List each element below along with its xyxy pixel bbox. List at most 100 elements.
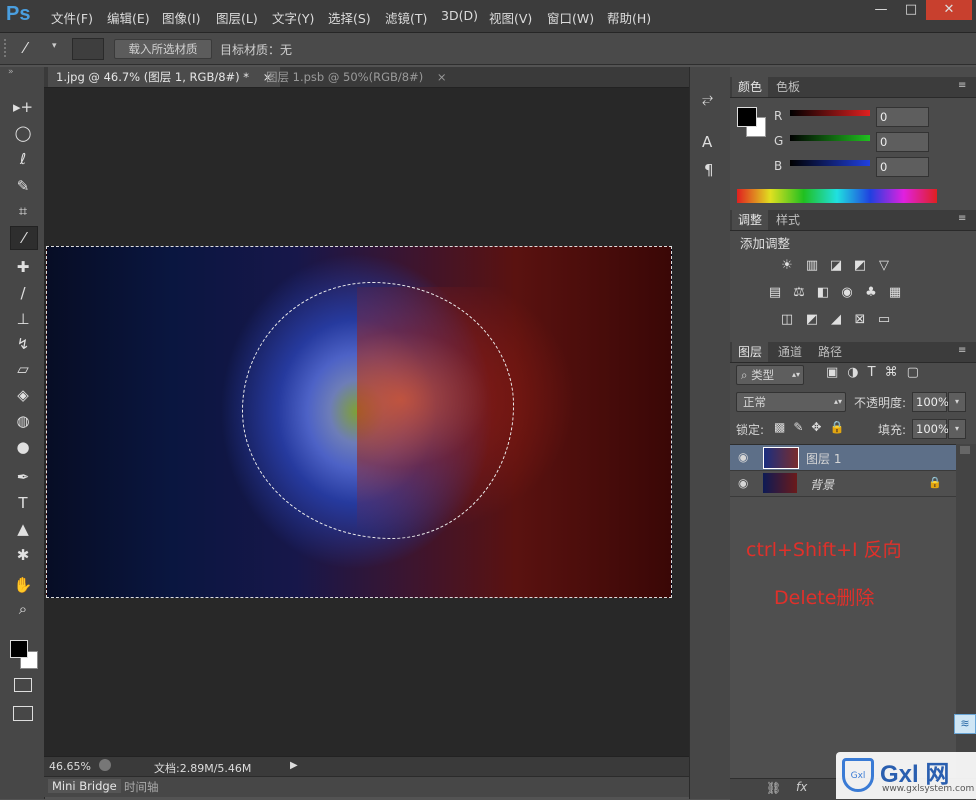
curves-icon[interactable]: ◪ bbox=[827, 258, 845, 274]
posterize-icon[interactable]: ◩ bbox=[803, 312, 821, 328]
tab-swatches[interactable]: 色板 bbox=[770, 77, 806, 97]
document-tab[interactable]: 图层 1.psb @ 50%(RGB/8#) × bbox=[258, 67, 454, 87]
path-selection-tool-icon[interactable]: ▲ bbox=[10, 518, 36, 540]
foreground-swatch[interactable] bbox=[737, 107, 757, 127]
document-image[interactable] bbox=[46, 246, 672, 598]
g-value-input[interactable]: 0 bbox=[876, 132, 929, 152]
lasso-tool-icon[interactable]: ℓ bbox=[10, 148, 36, 170]
threshold-icon[interactable]: ◢ bbox=[827, 312, 845, 328]
dodge-tool-icon[interactable]: ● bbox=[10, 436, 36, 458]
history-icon[interactable]: ⥂ bbox=[702, 91, 713, 107]
exposure-icon[interactable]: ◩ bbox=[851, 258, 869, 274]
tab-adjustments[interactable]: 调整 bbox=[732, 210, 769, 230]
r-value-input[interactable]: 0 bbox=[876, 107, 929, 127]
color-spectrum-bar[interactable] bbox=[737, 189, 937, 203]
status-menu-arrow-icon[interactable]: ▶ bbox=[290, 760, 298, 771]
blend-mode-dropdown[interactable]: 正常 ▴▾ bbox=[736, 392, 846, 412]
layer-name[interactable]: 背景 bbox=[810, 476, 834, 493]
photo-filter-icon[interactable]: ◉ bbox=[838, 285, 856, 301]
layer-filter-dropdown[interactable]: ⌕ 类型 ▴▾ bbox=[736, 365, 804, 385]
clone-stamp-tool-icon[interactable]: ⊥ bbox=[10, 308, 36, 330]
menu-help[interactable]: 帮助(H) bbox=[607, 8, 651, 27]
vibrance-icon[interactable]: ▽ bbox=[875, 258, 893, 274]
layer-row-layer1[interactable]: ◉ 图层 1 bbox=[730, 445, 956, 471]
move-tool-icon[interactable]: ▸+ bbox=[10, 96, 36, 118]
eyedropper-3d-tool-icon[interactable]: ⁄ bbox=[10, 226, 38, 250]
pen-tool-icon[interactable]: ✒ bbox=[10, 466, 36, 488]
panel-menu-icon[interactable]: ≡ bbox=[958, 80, 966, 91]
menu-layer[interactable]: 图层(L) bbox=[216, 8, 258, 27]
panel-menu-icon[interactable]: ≡ bbox=[958, 213, 966, 224]
layer-row-background[interactable]: ◉ 背景 🔒 bbox=[730, 471, 956, 497]
eraser-tool-icon[interactable]: ▱ bbox=[10, 358, 36, 380]
zoom-level[interactable]: 46.65% bbox=[49, 760, 91, 773]
fill-input[interactable]: 100% bbox=[912, 419, 949, 439]
visibility-eye-icon[interactable]: ◉ bbox=[738, 476, 748, 490]
panel-menu-icon[interactable]: ≡ bbox=[958, 345, 966, 356]
history-brush-tool-icon[interactable]: ↯ bbox=[10, 333, 36, 355]
opacity-input[interactable]: 100% bbox=[912, 392, 949, 412]
status-options-icon[interactable] bbox=[99, 759, 111, 771]
minimize-button[interactable]: — bbox=[866, 0, 896, 20]
healing-brush-tool-icon[interactable]: ✚ bbox=[10, 256, 36, 278]
fill-dropdown-icon[interactable]: ▾ bbox=[948, 419, 966, 439]
tab-styles[interactable]: 样式 bbox=[770, 210, 806, 230]
tab-paths[interactable]: 路径 bbox=[812, 342, 848, 362]
custom-shape-tool-icon[interactable]: ✱ bbox=[10, 544, 36, 566]
tab-channels[interactable]: 通道 bbox=[772, 342, 808, 362]
canvas-area[interactable] bbox=[44, 88, 689, 756]
close-tab-icon[interactable]: × bbox=[437, 70, 447, 84]
character-icon[interactable]: A bbox=[702, 133, 712, 151]
eyedropper-3d-tool-icon[interactable]: ⁄ bbox=[24, 39, 27, 57]
brush-tool-icon[interactable]: / bbox=[10, 282, 36, 304]
menu-select[interactable]: 选择(S) bbox=[328, 8, 371, 27]
load-selected-material-button[interactable]: 载入所选材质 bbox=[114, 39, 212, 59]
hand-tool-icon[interactable]: ✋ bbox=[10, 574, 36, 596]
menu-filter[interactable]: 滤镜(T) bbox=[385, 8, 427, 27]
zoom-tool-icon[interactable]: ⌕ bbox=[10, 598, 36, 620]
floating-tool-icon[interactable]: ≋ bbox=[954, 714, 976, 734]
type-tool-icon[interactable]: T bbox=[10, 492, 36, 514]
quick-mask-icon[interactable] bbox=[14, 678, 32, 692]
color-balance-icon[interactable]: ⚖ bbox=[790, 285, 808, 301]
quick-selection-tool-icon[interactable]: ✎ bbox=[10, 175, 36, 197]
menu-edit[interactable]: 编辑(E) bbox=[107, 8, 150, 27]
menu-image[interactable]: 图像(I) bbox=[162, 8, 200, 27]
menu-file[interactable]: 文件(F) bbox=[51, 8, 93, 27]
crop-tool-icon[interactable]: ⌗ bbox=[10, 200, 36, 222]
black-white-icon[interactable]: ◧ bbox=[814, 285, 832, 301]
g-slider[interactable] bbox=[790, 135, 870, 141]
gradient-map-icon[interactable]: ▭ bbox=[875, 312, 893, 328]
layer-name[interactable]: 图层 1 bbox=[806, 450, 841, 467]
tab-layers[interactable]: 图层 bbox=[732, 342, 769, 362]
tab-color[interactable]: 颜色 bbox=[732, 77, 769, 97]
blur-tool-icon[interactable]: ◍ bbox=[10, 410, 36, 432]
color-lookup-icon[interactable]: ▦ bbox=[886, 285, 904, 301]
invert-icon[interactable]: ◫ bbox=[778, 312, 796, 328]
menu-type[interactable]: 文字(Y) bbox=[272, 8, 314, 27]
r-slider[interactable] bbox=[790, 110, 870, 116]
link-layers-icon[interactable]: ⛓ bbox=[766, 781, 781, 795]
menu-3d[interactable]: 3D(D) bbox=[441, 8, 478, 23]
document-tab-active[interactable]: 1.jpg @ 46.7% (图层 1, RGB/8#) * × bbox=[48, 67, 281, 87]
opacity-dropdown-icon[interactable]: ▾ bbox=[948, 392, 966, 412]
chevron-down-icon[interactable]: ▾ bbox=[52, 41, 57, 51]
hue-saturation-icon[interactable]: ▤ bbox=[766, 285, 784, 301]
tab-mini-bridge[interactable]: Mini Bridge bbox=[48, 779, 121, 793]
levels-icon[interactable]: ▥ bbox=[803, 258, 821, 274]
ellipse-marquee-tool-icon[interactable]: ◯ bbox=[10, 122, 36, 144]
material-picker[interactable] bbox=[72, 38, 104, 60]
close-button[interactable]: ✕ bbox=[926, 0, 972, 20]
tab-timeline[interactable]: 时间轴 bbox=[124, 779, 159, 795]
brightness-icon[interactable]: ☀ bbox=[778, 258, 796, 274]
paint-bucket-tool-icon[interactable]: ◈ bbox=[10, 384, 36, 406]
menu-window[interactable]: 窗口(W) bbox=[547, 8, 594, 27]
layer-filter-icons[interactable]: ▣◑T⌘▢ bbox=[826, 365, 928, 380]
b-value-input[interactable]: 0 bbox=[876, 157, 929, 177]
collapse-toolbar-icon[interactable]: » bbox=[8, 67, 14, 77]
fx-icon[interactable]: fx bbox=[796, 780, 807, 794]
screen-mode-icon[interactable] bbox=[13, 706, 33, 721]
b-slider[interactable] bbox=[790, 160, 870, 166]
menu-view[interactable]: 视图(V) bbox=[489, 8, 532, 27]
selective-color-icon[interactable]: ⊠ bbox=[851, 312, 869, 328]
